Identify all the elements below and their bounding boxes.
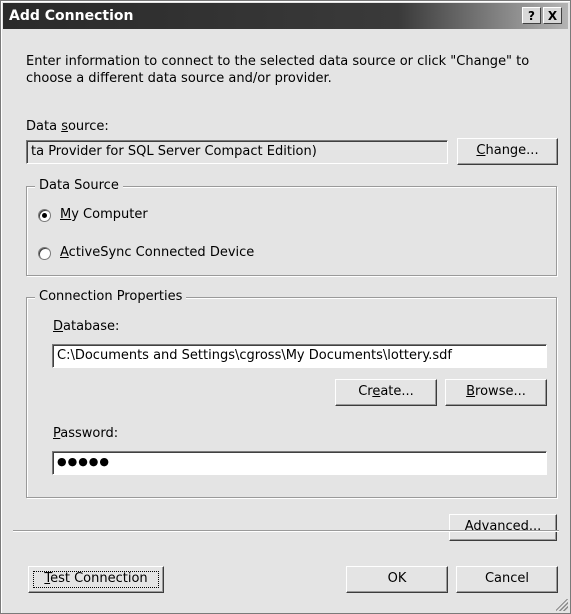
- database-input[interactable]: C:\Documents and Settings\cgross\My Docu…: [52, 344, 547, 368]
- connection-properties-group: Connection Properties Database: C:\Docum…: [26, 289, 557, 498]
- title-bar[interactable]: Add Connection ? X: [3, 3, 568, 29]
- resize-grip-icon[interactable]: [556, 599, 568, 611]
- activesync-label[interactable]: ActiveSync Connected Device: [60, 245, 254, 260]
- test-connection-button[interactable]: Test Connection: [28, 566, 164, 593]
- data-source-label: Data source:: [26, 119, 109, 134]
- data-source-group: Data Source My Computer ActiveSync Conne…: [26, 178, 557, 276]
- data-source-field: ta Provider for SQL Server Compact Editi…: [26, 140, 448, 164]
- dialog-title: Add Connection: [9, 8, 134, 24]
- my-computer-label[interactable]: My Computer: [60, 207, 148, 222]
- cancel-button[interactable]: Cancel: [456, 566, 558, 593]
- radio-selected-dot: [42, 213, 47, 218]
- change-button[interactable]: Change...: [457, 138, 558, 165]
- browse-button[interactable]: Browse...: [445, 379, 547, 406]
- footer-separator: [13, 530, 559, 532]
- my-computer-radio[interactable]: [38, 209, 51, 222]
- help-button[interactable]: ?: [522, 7, 541, 24]
- connection-properties-legend: Connection Properties: [35, 289, 187, 304]
- close-button[interactable]: X: [543, 7, 562, 24]
- advanced-button[interactable]: Advanced...: [449, 514, 557, 541]
- password-input[interactable]: ●●●●●: [52, 451, 547, 475]
- database-label: Database:: [53, 319, 120, 334]
- add-connection-dialog: Add Connection ? X Enter information to …: [0, 0, 571, 614]
- intro-text: Enter information to connect to the sele…: [26, 54, 530, 86]
- create-button[interactable]: Create...: [335, 379, 437, 406]
- activesync-radio[interactable]: [38, 247, 51, 260]
- data-source-group-legend: Data Source: [35, 178, 123, 193]
- password-label: Password:: [53, 426, 119, 441]
- ok-button[interactable]: OK: [346, 566, 448, 593]
